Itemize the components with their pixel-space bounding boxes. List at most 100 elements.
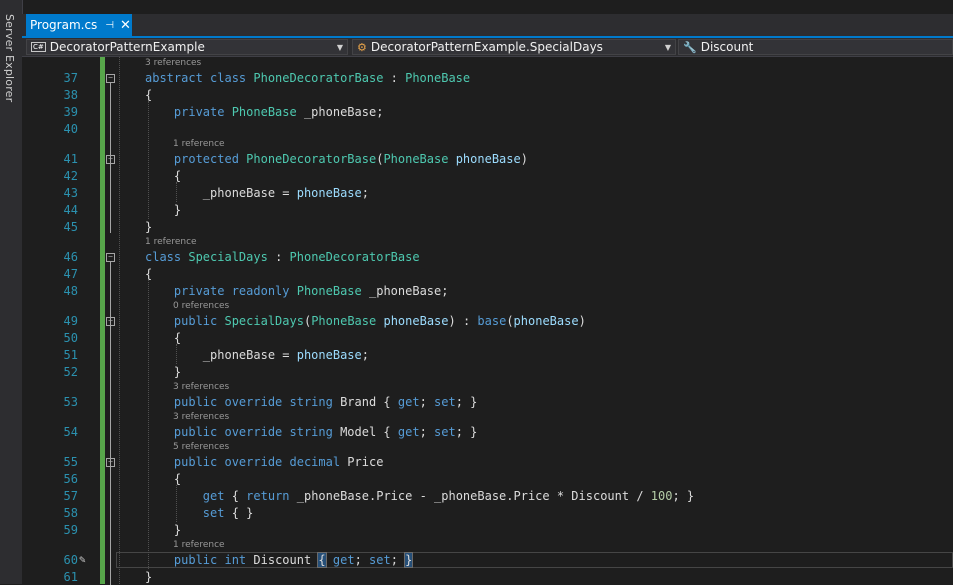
- code-line[interactable]: 40: [22, 121, 953, 137]
- indent-guide: [176, 485, 177, 522]
- type-dropdown-label: DecoratorPatternExample.SpecialDays: [370, 40, 603, 54]
- code-line[interactable]: 45}: [22, 219, 953, 235]
- code-token: phoneBase: [455, 152, 521, 166]
- line-number: 43: [63, 186, 78, 200]
- code-token: get: [397, 395, 420, 409]
- codelens-references[interactable]: 3 references: [22, 382, 953, 393]
- code-token: phoneBase: [383, 314, 449, 328]
- member-dropdown[interactable]: 🔧 Discount: [678, 39, 953, 55]
- code-token: {: [224, 489, 247, 503]
- outline-bracket: [110, 261, 111, 585]
- code-line[interactable]: 50 {: [22, 330, 953, 346]
- type-dropdown[interactable]: ⚙ DecoratorPatternExample.SpecialDays ▼: [352, 39, 676, 55]
- code-token: PhoneDecoratorBase: [253, 71, 384, 85]
- code-line[interactable]: 43 _phoneBase = phoneBase;: [22, 185, 953, 201]
- code-token: PhoneDecoratorBase: [289, 250, 420, 264]
- codelens-references[interactable]: 1 reference: [22, 540, 953, 551]
- tab-program-cs[interactable]: Program.cs ⊣ ✕: [26, 14, 132, 36]
- code-token: _phoneBase;: [296, 105, 384, 119]
- codelens-label: 1 reference: [173, 540, 225, 550]
- code-line[interactable]: 52 }: [22, 364, 953, 380]
- code-text: public override string Model { get; set;…: [145, 424, 477, 440]
- code-token: {: [145, 331, 182, 345]
- code-token: PhoneBase: [231, 105, 297, 119]
- line-number: 41: [63, 152, 78, 166]
- code-text: }: [145, 364, 181, 380]
- line-number: 37: [63, 71, 78, 85]
- pin-icon[interactable]: ⊣: [105, 20, 114, 31]
- code-line[interactable]: 44 }: [22, 202, 953, 218]
- code-token: class: [145, 250, 189, 264]
- code-token: }: [145, 203, 182, 217]
- code-line[interactable]: 42 {: [22, 168, 953, 184]
- code-token: Price: [347, 455, 384, 469]
- code-line[interactable]: 47 {: [22, 266, 953, 282]
- code-text: class SpecialDays : PhoneDecoratorBase: [145, 249, 420, 265]
- codelens-references[interactable]: 5 references: [22, 442, 953, 453]
- code-line[interactable]: 51 _phoneBase = phoneBase;: [22, 347, 953, 363]
- codelens-label: 3 references: [145, 58, 202, 68]
- line-number: 60: [63, 553, 78, 567]
- code-line[interactable]: 38 {: [22, 87, 953, 103]
- code-line[interactable]: 41− protected PhoneDecoratorBase(PhoneBa…: [22, 151, 953, 167]
- server-explorer-tab[interactable]: Server Explorer: [3, 14, 16, 102]
- code-token: private readonly: [173, 284, 297, 298]
- code-text: protected PhoneDecoratorBase(PhoneBase p…: [145, 151, 528, 167]
- codelens-references[interactable]: 1 reference: [22, 139, 953, 150]
- code-editor[interactable]: 3 references 37− abstract class PhoneDecor…: [22, 57, 953, 585]
- code-line[interactable]: 59 }: [22, 522, 953, 538]
- left-tool-rail: Server Explorer: [0, 0, 23, 584]
- code-token: phoneBase: [513, 314, 579, 328]
- code-line[interactable]: 56 {: [22, 471, 953, 487]
- code-line[interactable]: 48 private readonly PhoneBase _phoneBase…: [22, 283, 953, 299]
- code-line[interactable]: 57 get { return _phoneBase.Price - _phon…: [22, 488, 953, 504]
- line-number: 40: [63, 122, 78, 136]
- indent-guide: [148, 101, 149, 219]
- code-text: public override decimal Price: [145, 454, 384, 470]
- line-number: 45: [63, 220, 78, 234]
- line-number: 54: [63, 425, 78, 439]
- code-line[interactable]: 53 public override string Brand { get; s…: [22, 394, 953, 410]
- codelens-label: 3 references: [173, 412, 230, 422]
- close-icon[interactable]: ✕: [120, 18, 131, 33]
- code-token: ; }: [455, 395, 478, 409]
- code-line[interactable]: 39 private PhoneBase _phoneBase;: [22, 104, 953, 120]
- code-token: ;: [419, 395, 435, 409]
- project-dropdown[interactable]: C# DecoratorPatternExample ▼: [26, 39, 348, 55]
- code-line[interactable]: 54 public override string Model { get; s…: [22, 424, 953, 440]
- code-token: PhoneDecoratorBase: [246, 152, 377, 166]
- line-number: 38: [63, 88, 78, 102]
- code-line[interactable]: 46− class SpecialDays : PhoneDecoratorBas…: [22, 249, 953, 265]
- code-token: ;: [419, 425, 435, 439]
- codelens-references[interactable]: 1 reference: [22, 237, 953, 248]
- code-line[interactable]: 49− public SpecialDays(PhoneBase phoneBa…: [22, 313, 953, 329]
- line-number: 50: [63, 331, 78, 345]
- line-number: 53: [63, 395, 78, 409]
- code-token: ;: [354, 553, 370, 567]
- code-line[interactable]: 55− public override decimal Price: [22, 454, 953, 470]
- code-token: _phoneBase =: [145, 348, 297, 362]
- codelens-references[interactable]: 0 references: [22, 301, 953, 312]
- code-token: _phoneBase.Price - _phoneBase.Price * Di…: [289, 489, 651, 503]
- code-text: _phoneBase = phoneBase;: [145, 347, 369, 363]
- member-dropdown-label: Discount: [700, 40, 754, 54]
- code-line[interactable]: ✎ 60 public int Discount { get; set; }: [22, 552, 953, 568]
- codelens-references[interactable]: 3 references: [22, 58, 953, 69]
- indent-guide: [176, 182, 177, 202]
- edit-pen-icon[interactable]: ✎: [79, 552, 86, 568]
- line-number: 47: [63, 267, 78, 281]
- code-line[interactable]: 37− abstract class PhoneDecoratorBase : P…: [22, 70, 953, 86]
- code-line[interactable]: 58 set { }: [22, 505, 953, 521]
- code-token: set: [202, 506, 225, 520]
- code-token: public override string: [173, 425, 341, 439]
- code-token: PhoneBase: [405, 71, 471, 85]
- code-line[interactable]: 61}: [22, 569, 953, 585]
- code-text: _phoneBase = phoneBase;: [145, 185, 369, 201]
- code-token: }: [145, 523, 182, 537]
- code-token: ) :: [448, 314, 478, 328]
- codelens-references[interactable]: 3 references: [22, 412, 953, 423]
- code-token: private: [173, 105, 232, 119]
